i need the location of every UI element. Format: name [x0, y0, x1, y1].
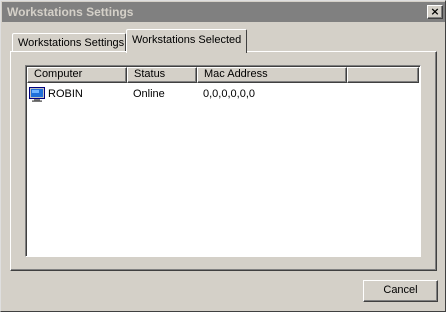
column-label: Status — [134, 68, 166, 80]
tab-label: Workstations Selected — [132, 34, 242, 46]
cell-mac-address: 0,0,0,0,0,0 — [203, 88, 255, 100]
close-button[interactable]: × — [427, 5, 443, 19]
tab-label: Workstations Settings — [18, 37, 125, 49]
computer-name: ROBIN — [48, 88, 83, 100]
cancel-label: Cancel — [383, 284, 418, 296]
tab-workstations-settings[interactable]: Workstations Settings — [12, 33, 126, 52]
column-header-mac-address[interactable]: Mac Address — [197, 67, 347, 83]
close-icon: × — [430, 5, 440, 18]
column-header-computer[interactable]: Computer — [27, 67, 127, 83]
column-label: Mac Address — [204, 68, 268, 80]
column-header-status[interactable]: Status — [127, 67, 197, 83]
cancel-button[interactable]: Cancel — [363, 280, 438, 302]
workstations-list[interactable]: Computer Status Mac Address ROBIN Online… — [25, 65, 421, 257]
list-header: Computer Status Mac Address — [27, 67, 419, 83]
computer-icon — [29, 87, 45, 108]
tab-workstations-selected[interactable]: Workstations Selected — [126, 29, 247, 53]
column-label: Computer — [34, 68, 83, 80]
window-title: Workstations Settings — [7, 5, 134, 19]
column-header-filler — [347, 67, 419, 83]
dialog-window: Workstations Settings × Workstations Set… — [0, 0, 446, 312]
table-row[interactable]: ROBIN Online 0,0,0,0,0,0 — [27, 86, 419, 103]
title-bar[interactable]: Workstations Settings × — [2, 2, 445, 22]
tab-panel: Computer Status Mac Address ROBIN Online… — [10, 51, 437, 271]
cell-status: Online — [133, 88, 165, 100]
